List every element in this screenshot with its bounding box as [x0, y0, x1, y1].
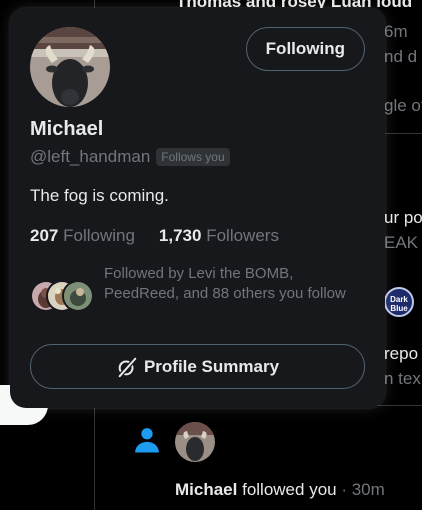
bull-statue-avatar-icon — [30, 27, 110, 107]
timeline-fragment: ur po — [384, 208, 422, 227]
timeline-fragment: repo — [384, 344, 419, 363]
follows-you-badge: Follows you — [156, 148, 230, 166]
followers-count: 1,730 — [158, 226, 202, 245]
profile-name[interactable]: Michael — [30, 118, 103, 141]
following-label: Following — [63, 226, 135, 245]
profile-avatar[interactable] — [30, 27, 110, 107]
following-count: 207 — [30, 226, 59, 245]
dark-blue-badge: Dark Blue — [384, 287, 414, 317]
followers-label: Followers — [206, 226, 279, 245]
avatar[interactable] — [175, 422, 215, 462]
timeline-fragment: n tex — [384, 369, 421, 388]
followers-facepile — [30, 280, 94, 312]
profile-summary-button[interactable]: Profile Summary — [30, 344, 365, 389]
timeline-fragment: nd d — [384, 47, 418, 66]
profile-summary-label: Profile Summary — [143, 356, 280, 376]
profile-stats: 207 Following 1,730 Followers — [30, 226, 279, 246]
following-stat[interactable]: 207 Following — [30, 226, 135, 246]
timeline-fragment: EAK — [384, 233, 419, 252]
handle-row: @left_handman Follows you — [30, 147, 230, 167]
followers-stat[interactable]: 1,730 Followers — [159, 226, 279, 246]
notification-action: followed you — [242, 480, 337, 499]
profile-hover-card: Following Michael @left_handman Follows … — [10, 8, 385, 408]
grok-slash-icon — [117, 356, 137, 378]
timeline-fragment: gle of — [384, 96, 422, 115]
followed-by-text: Followed by Levi the BOMB, PeedReed, and… — [104, 265, 346, 302]
profile-bio: The fog is coming. — [30, 186, 169, 205]
avatar — [62, 280, 94, 312]
notification-text: Michael followed you · 30m — [175, 480, 385, 500]
notification-name[interactable]: Michael — [175, 480, 237, 499]
timeline-fragment: 6m — [384, 22, 408, 41]
person-follow-icon — [135, 428, 159, 453]
profile-handle[interactable]: @left_handman — [30, 147, 150, 167]
notification-time: · 30m — [341, 480, 385, 499]
following-button[interactable]: Following — [245, 27, 365, 71]
